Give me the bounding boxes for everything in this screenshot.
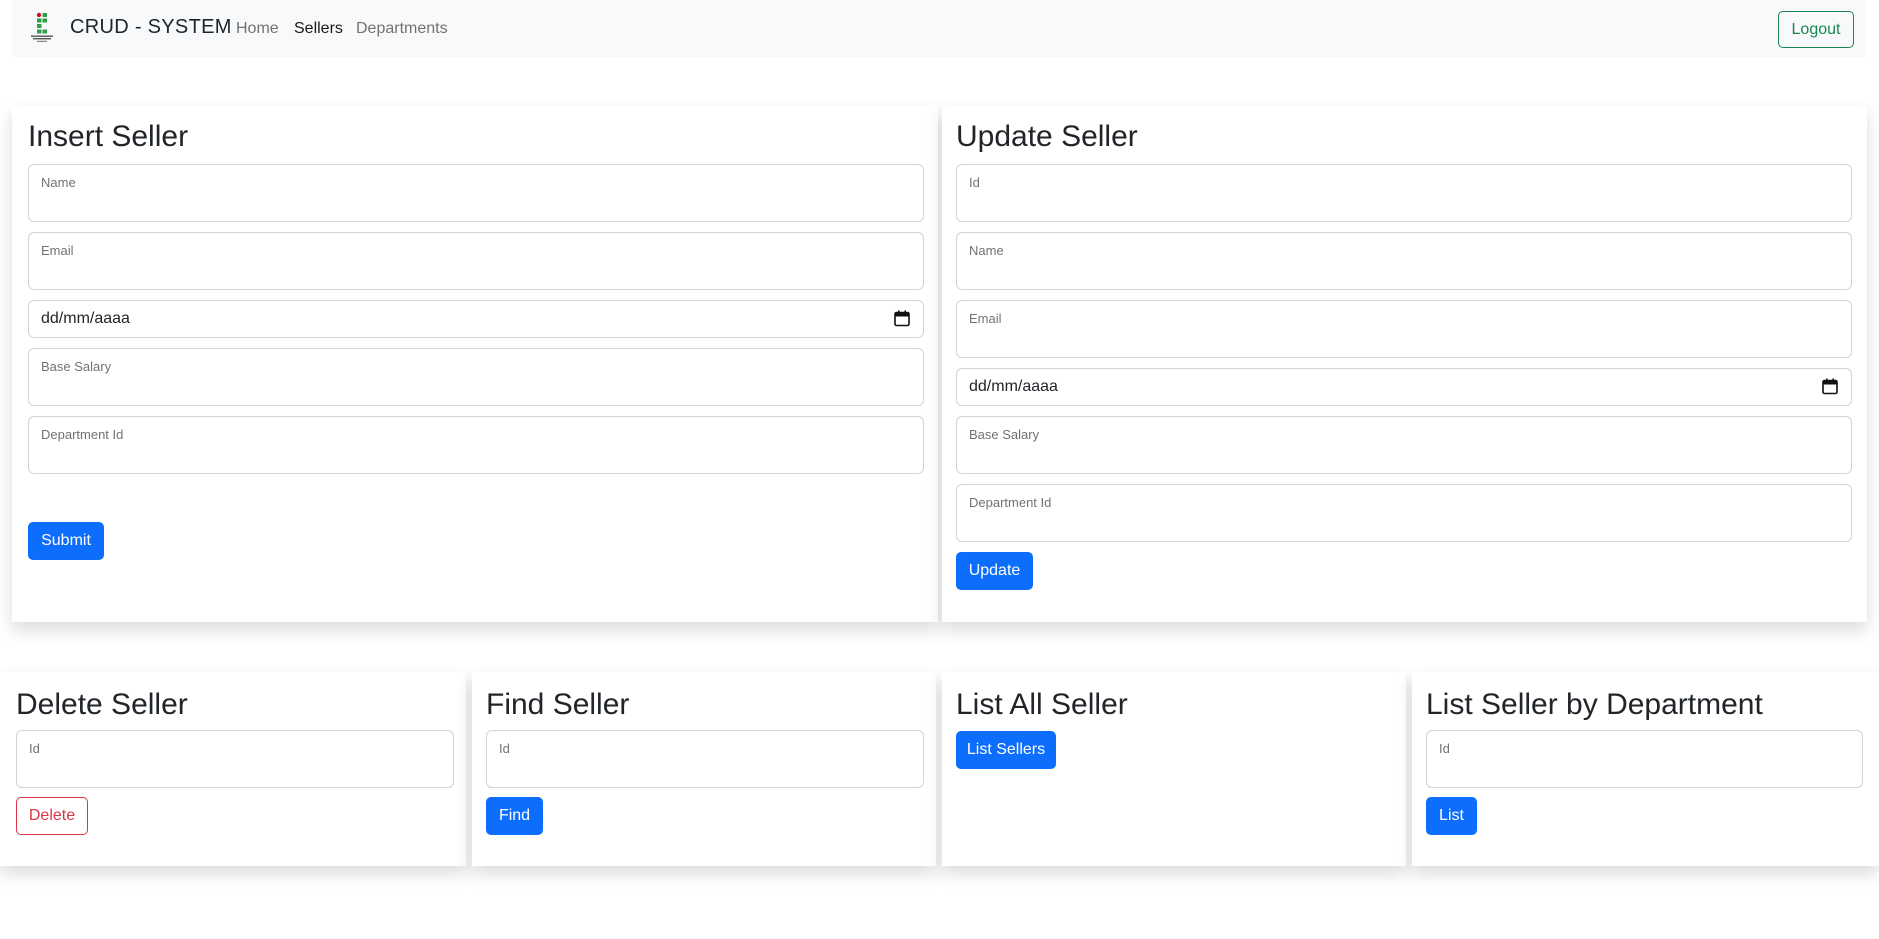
- list-sellers-button[interactable]: List Sellers: [956, 731, 1056, 769]
- insert-name-field[interactable]: Name: [28, 164, 924, 222]
- update-base-salary-label: Base Salary: [969, 427, 1040, 442]
- nav-home-link[interactable]: Home: [236, 20, 279, 38]
- update-id-field[interactable]: Id: [956, 164, 1852, 222]
- insert-department-id-field[interactable]: Department Id: [28, 416, 924, 474]
- insert-base-salary-field[interactable]: Base Salary: [28, 348, 924, 406]
- delete-seller-title: Delete Seller: [16, 688, 188, 721]
- nav-departments-link[interactable]: Departments: [356, 20, 448, 38]
- update-date-input[interactable]: dd/mm/aaaa: [956, 368, 1852, 406]
- calendar-icon[interactable]: [894, 310, 910, 327]
- update-seller-title: Update Seller: [956, 120, 1138, 153]
- update-seller-card: Update Seller Id Name Email dd/mm/aaaa B…: [942, 106, 1867, 622]
- update-email-field[interactable]: Email: [956, 300, 1852, 358]
- delete-seller-card: Delete Seller Id Delete: [0, 672, 466, 866]
- insert-base-salary-label: Base Salary: [41, 359, 112, 374]
- find-id-label: Id: [499, 741, 510, 756]
- find-seller-title: Find Seller: [486, 688, 630, 721]
- calendar-icon[interactable]: [1822, 378, 1838, 395]
- insert-seller-card: Insert Seller Name Email dd/mm/aaaa Base…: [12, 106, 938, 622]
- delete-id-label: Id: [29, 741, 40, 756]
- list-seller-by-department-title: List Seller by Department: [1426, 688, 1763, 721]
- list-all-seller-card: List All Seller List Sellers: [942, 672, 1406, 866]
- list-by-department-id-label: Id: [1439, 741, 1450, 756]
- insert-department-id-label: Department Id: [41, 427, 124, 442]
- update-id-label: Id: [969, 175, 980, 190]
- delete-button[interactable]: Delete: [16, 797, 88, 835]
- update-department-id-label: Department Id: [969, 495, 1052, 510]
- update-email-label: Email: [969, 311, 1002, 326]
- submit-button[interactable]: Submit: [28, 522, 104, 560]
- delete-id-field[interactable]: Id: [16, 730, 454, 788]
- institute-logo-icon[interactable]: [29, 12, 55, 44]
- update-date-placeholder: dd/mm/aaaa: [969, 378, 1058, 395]
- update-name-field[interactable]: Name: [956, 232, 1852, 290]
- update-base-salary-field[interactable]: Base Salary: [956, 416, 1852, 474]
- update-button[interactable]: Update: [956, 552, 1033, 590]
- insert-seller-title: Insert Seller: [28, 120, 189, 153]
- insert-name-label: Name: [41, 175, 76, 190]
- find-id-field[interactable]: Id: [486, 730, 924, 788]
- insert-date-placeholder: dd/mm/aaaa: [41, 310, 130, 327]
- find-button[interactable]: Find: [486, 797, 543, 835]
- update-department-id-field[interactable]: Department Id: [956, 484, 1852, 542]
- nav-sellers-link[interactable]: Sellers: [294, 20, 343, 38]
- list-button[interactable]: List: [1426, 797, 1477, 835]
- logout-button[interactable]: Logout: [1778, 11, 1854, 48]
- insert-email-field[interactable]: Email: [28, 232, 924, 290]
- find-seller-card: Find Seller Id Find: [472, 672, 936, 866]
- navbar: CRUD - SYSTEM Home Sellers Departments L…: [12, 0, 1866, 57]
- insert-date-input[interactable]: dd/mm/aaaa: [28, 300, 924, 338]
- list-by-department-id-field[interactable]: Id: [1426, 730, 1863, 788]
- insert-email-label: Email: [41, 243, 74, 258]
- list-seller-by-department-card: List Seller by Department Id List: [1412, 672, 1879, 866]
- update-name-label: Name: [969, 243, 1004, 258]
- brand-title[interactable]: CRUD - SYSTEM: [70, 16, 232, 39]
- list-all-seller-title: List All Seller: [956, 688, 1128, 721]
